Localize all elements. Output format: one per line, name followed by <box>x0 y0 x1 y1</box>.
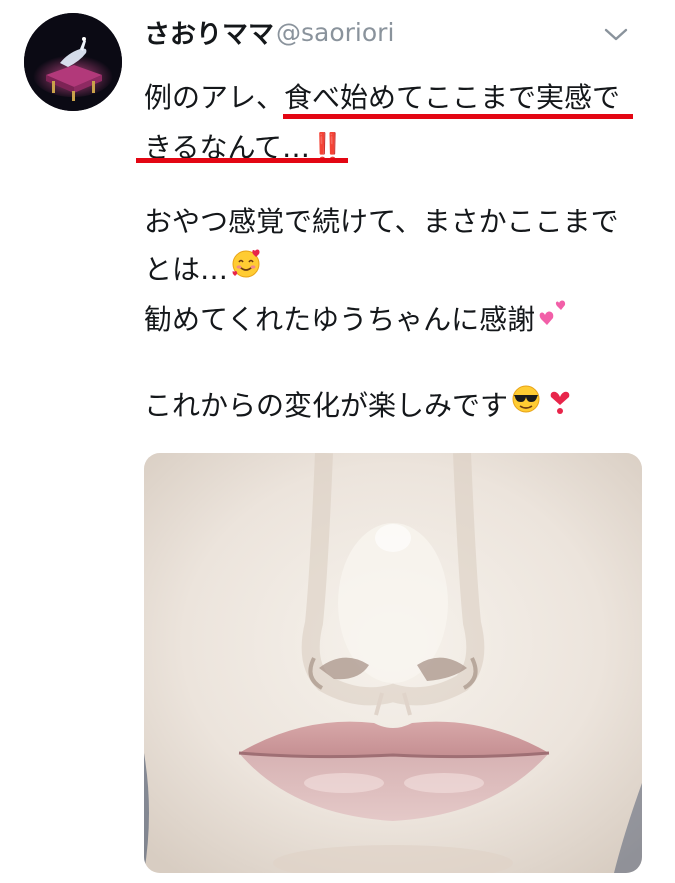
text-line-3: おやつ感覚で続けて、まさかここまで <box>144 198 619 246</box>
text-segment: 例のアレ、 <box>144 81 285 114</box>
text-line-2: きるなんて… ‼️ <box>144 124 345 172</box>
text-segment-underlined: きるなんて… <box>144 131 311 164</box>
double-exclamation-icon: ‼️ <box>310 131 345 164</box>
text-segment: おやつ感覚で続けて、まさかここまで <box>144 205 619 238</box>
tweet: さおりママ @saoriori 例のアレ、 食べ始めてここまで実感で きるなんて…… <box>0 0 675 883</box>
highlight-underline <box>136 158 348 163</box>
sunglasses-face-icon <box>510 382 542 430</box>
text-segment: とは… <box>144 253 229 286</box>
text-line-6: これからの変化が楽しみです <box>144 382 572 430</box>
display-name[interactable]: さおりママ <box>144 14 274 51</box>
tweet-photo[interactable] <box>144 453 642 873</box>
user-handle[interactable]: @saoriori <box>276 18 394 47</box>
glass-slipper-icon <box>24 13 122 111</box>
text-segment: 勧めてくれたゆうちゃんに感謝 <box>144 303 536 336</box>
highlight-underline <box>283 114 633 119</box>
chevron-down-icon[interactable] <box>602 24 630 44</box>
smiling-face-with-hearts-icon <box>230 246 262 294</box>
avatar[interactable] <box>24 13 122 111</box>
text-segment: これからの変化が楽しみです <box>144 389 509 422</box>
tweet-header: さおりママ @saoriori <box>144 14 394 50</box>
two-hearts-icon <box>537 296 571 344</box>
text-line-5: 勧めてくれたゆうちゃんに感謝 <box>144 296 571 344</box>
face-closeup-image <box>144 453 642 873</box>
text-line-4: とは… <box>144 246 262 294</box>
heart-exclamation-icon <box>548 382 572 430</box>
